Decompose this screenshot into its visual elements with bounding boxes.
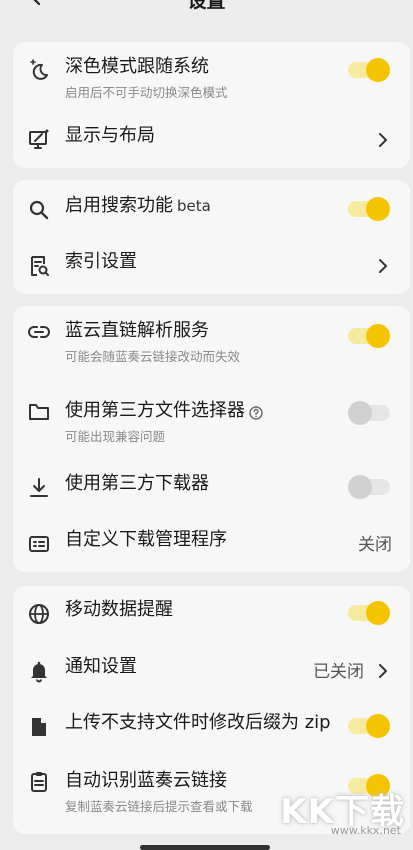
- zip-suffix-row[interactable]: 上传不支持文件时修改后缀为 zip: [13, 699, 410, 755]
- enable-search-toggle[interactable]: [348, 197, 390, 221]
- dark-mode-follow-system-row[interactable]: 深色模式跟随系统 启用后不可手动切换深色模式: [13, 46, 410, 106]
- mobile-data-reminder-label: 移动数据提醒: [65, 599, 173, 620]
- enable-search-text: 启用搜索功能: [65, 195, 173, 216]
- enable-search-label: 启用搜索功能 beta: [65, 195, 211, 217]
- dark-mode-label: 深色模式跟随系统: [65, 56, 209, 77]
- top-app-bar: 设置: [0, 0, 413, 16]
- enable-search-row[interactable]: 启用搜索功能 beta: [13, 182, 410, 238]
- folder-icon: [27, 400, 51, 424]
- index-settings-label: 索引设置: [65, 251, 137, 272]
- index-settings-row[interactable]: 索引设置: [13, 238, 410, 294]
- search-icon: [27, 198, 51, 222]
- auto-detect-lanzou-description: 复制蓝奏云链接后提示查看或下载: [65, 799, 253, 814]
- page-title: 设置: [187, 0, 226, 12]
- globe-icon: [27, 602, 51, 626]
- mobile-data-reminder-toggle[interactable]: [348, 601, 390, 625]
- notification-settings-row[interactable]: 通知设置 已关闭: [13, 643, 410, 699]
- chevron-right-icon: [376, 130, 390, 150]
- notification-settings-value: 已关闭: [313, 662, 364, 682]
- clipboard-icon: [27, 770, 51, 794]
- third-party-downloader-row[interactable]: 使用第三方下载器: [13, 460, 410, 516]
- bell-icon: [27, 659, 51, 683]
- third-party-file-picker-row[interactable]: 使用第三方文件选择器 可能出现兼容问题: [13, 386, 410, 448]
- document-search-icon: [27, 254, 51, 278]
- appearance-settings-card: 深色模式跟随系统 启用后不可手动切换深色模式 显示与布局: [13, 42, 410, 168]
- link-icon: [27, 320, 51, 344]
- home-indicator: [140, 845, 270, 850]
- dark-mode-description: 启用后不可手动切换深色模式: [65, 85, 228, 100]
- watermark-url: www.kkx.net: [330, 824, 401, 837]
- third-party-downloader-toggle[interactable]: [348, 475, 390, 499]
- download-settings-card: 蓝云直链解析服务 可能会随蓝奏云链接改动而失效 使用第三方文件选择器 可能出现兼…: [13, 306, 410, 572]
- custom-download-manager-row[interactable]: 自定义下载管理程序 关闭: [13, 516, 410, 572]
- notification-settings-label: 通知设置: [65, 656, 137, 677]
- moon-sparkle-icon: [27, 58, 51, 82]
- display-layout-row[interactable]: 显示与布局: [13, 112, 410, 168]
- lanzou-direct-link-label: 蓝云直链解析服务: [65, 320, 209, 341]
- mobile-data-reminder-row[interactable]: 移动数据提醒: [13, 586, 410, 642]
- auto-detect-lanzou-label: 自动识别蓝奏云链接: [65, 770, 227, 791]
- third-party-file-picker-toggle[interactable]: [348, 401, 390, 425]
- download-manager-icon: [27, 532, 51, 556]
- display-layout-label: 显示与布局: [65, 125, 155, 146]
- chevron-right-icon: [376, 661, 390, 681]
- third-party-file-picker-label: 使用第三方文件选择器: [65, 400, 263, 422]
- third-party-downloader-label: 使用第三方下载器: [65, 473, 209, 494]
- chevron-right-icon: [376, 256, 390, 276]
- file-icon: [27, 715, 51, 739]
- custom-download-manager-value: 关闭: [358, 535, 392, 555]
- download-icon: [27, 476, 51, 500]
- dark-mode-toggle[interactable]: [348, 58, 390, 82]
- lanzou-direct-link-row[interactable]: 蓝云直链解析服务 可能会随蓝奏云链接改动而失效: [13, 308, 410, 370]
- lanzou-direct-link-description: 可能会随蓝奏云链接改动而失效: [65, 349, 241, 364]
- monitor-brush-icon: [27, 128, 51, 152]
- lanzou-direct-link-toggle[interactable]: [348, 324, 390, 348]
- beta-badge: beta: [177, 197, 211, 215]
- third-party-file-picker-description: 可能出现兼容问题: [65, 429, 166, 444]
- third-party-file-picker-text: 使用第三方文件选择器: [65, 400, 245, 421]
- zip-suffix-toggle[interactable]: [348, 714, 390, 738]
- custom-download-manager-label: 自定义下载管理程序: [65, 529, 227, 550]
- search-settings-card: 启用搜索功能 beta 索引设置: [13, 180, 410, 294]
- zip-suffix-label: 上传不支持文件时修改后缀为 zip: [65, 712, 331, 733]
- help-icon[interactable]: [249, 404, 263, 420]
- watermark: KK下载 www.kkx.net: [275, 784, 405, 840]
